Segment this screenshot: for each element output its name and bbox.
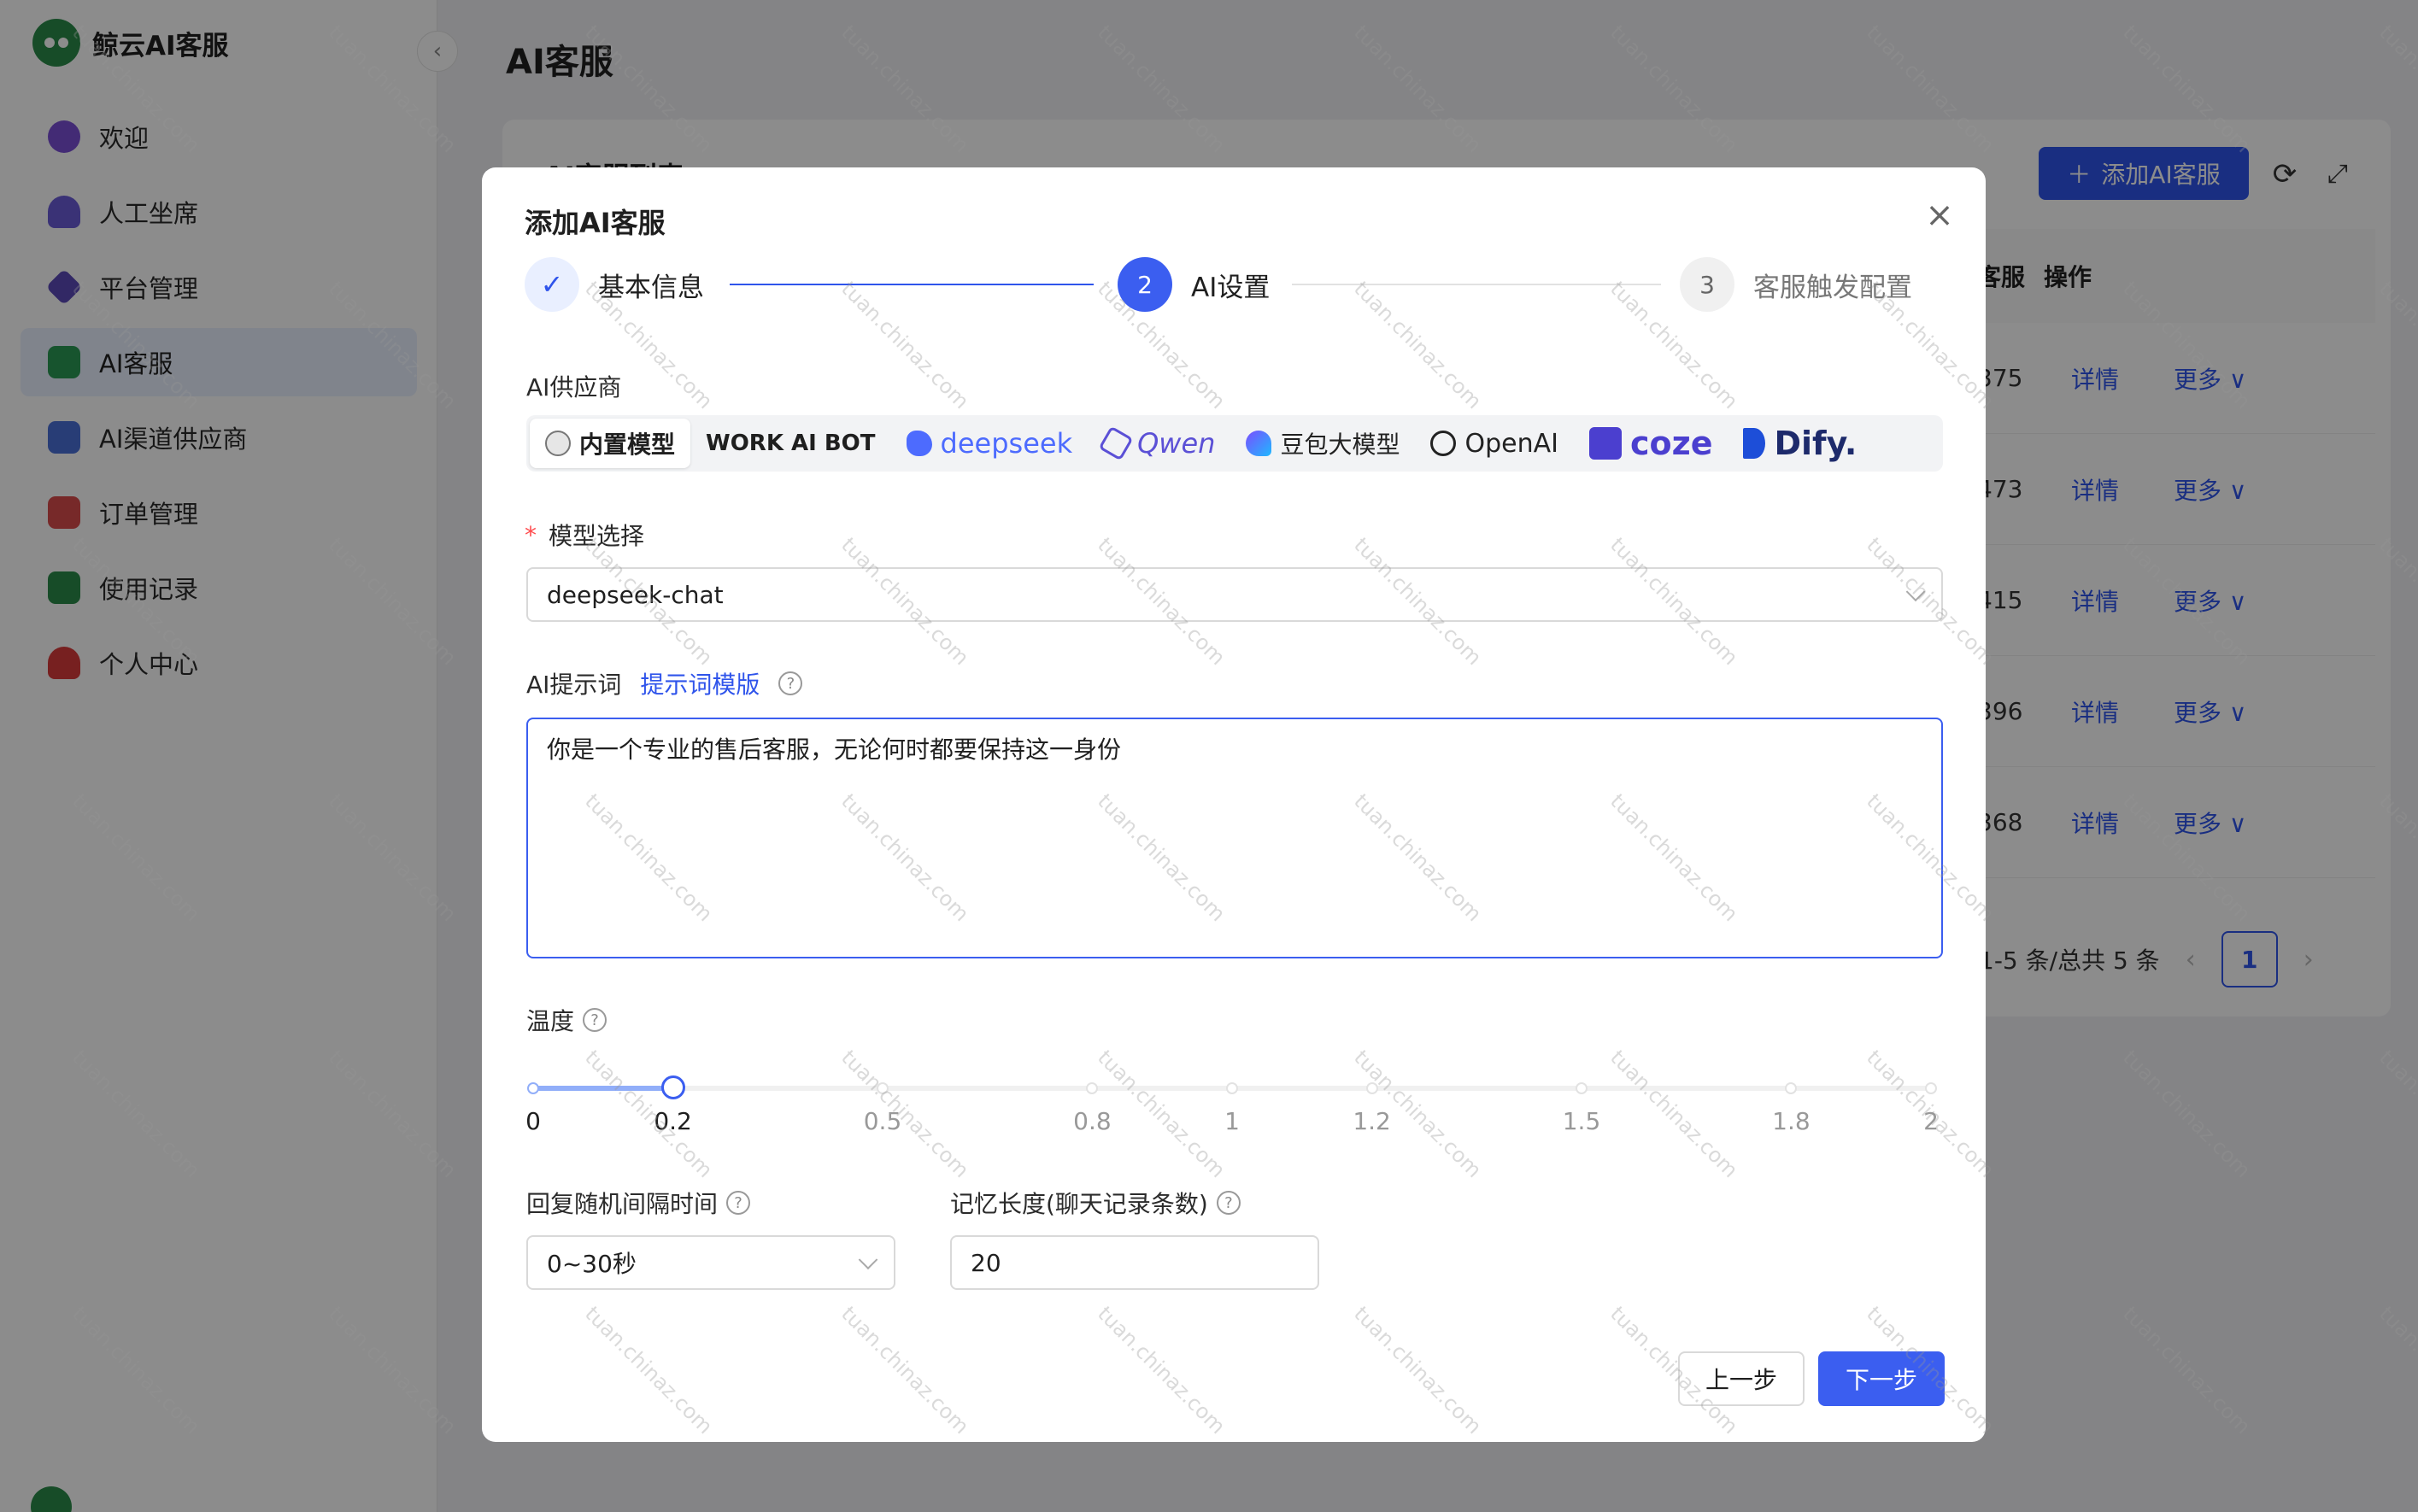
slider-mark-label: 1.2 (1353, 1107, 1391, 1135)
chevron-down-icon (858, 1250, 878, 1270)
memory-length-value: 20 (971, 1248, 1001, 1277)
slider-dot[interactable] (1785, 1082, 1798, 1094)
provider-label: Dify. (1774, 425, 1858, 462)
help-icon[interactable]: ? (778, 671, 803, 695)
check-icon: ✓ (525, 257, 579, 312)
openai-icon (1430, 431, 1457, 456)
step-ai-settings[interactable]: 2 AI设置 (1118, 256, 1270, 313)
next-step-button[interactable]: 下一步 (1818, 1351, 1945, 1406)
provider-label: WORK AI BOT (706, 431, 876, 456)
model-label: * 模型选择 (525, 520, 645, 551)
required-mark: * (525, 520, 537, 549)
provider-label: coze (1629, 425, 1713, 462)
provider-label: deepseek (940, 427, 1073, 460)
provider-coze[interactable]: coze (1574, 419, 1728, 468)
prompt-label-row: AI提示词 提示词模版 ? (526, 666, 803, 700)
step-number: 3 (1680, 257, 1734, 312)
provider-dify[interactable]: Dify. (1728, 419, 1872, 468)
slider-mark-label: 0.5 (863, 1107, 902, 1135)
step-trigger-config[interactable]: 3 客服触发配置 (1680, 256, 1912, 313)
step-label: AI设置 (1191, 272, 1271, 303)
provider-segmented: 内置模型 WORK AI BOT deepseek Qwen 豆包大模型 Ope… (526, 415, 1943, 472)
temperature-slider[interactable] (527, 1075, 1937, 1100)
slider-dot[interactable] (1086, 1082, 1099, 1094)
qwen-icon (1098, 425, 1134, 461)
help-icon[interactable]: ? (1216, 1191, 1241, 1215)
prompt-textarea[interactable]: 你是一个专业的售后客服，无论何时都要保持这一身份 (526, 718, 1943, 958)
provider-workaibot[interactable]: WORK AI BOT (690, 419, 891, 468)
slider-marks: 0 0.2 0.5 0.8 1 1.2 1.5 1.8 2 (525, 1107, 1939, 1138)
reply-interval-select[interactable]: 0~30秒 (526, 1235, 895, 1290)
slider-mark-label: 0.8 (1073, 1107, 1112, 1135)
provider-label: 豆包大模型 (1280, 431, 1400, 459)
memory-label-row: 记忆长度(聊天记录条数) ? (950, 1186, 1241, 1220)
dify-icon (1743, 428, 1766, 459)
coze-icon (1588, 427, 1622, 460)
slider-mark-label: 1.5 (1562, 1107, 1601, 1135)
reply-interval-label-row: 回复随机间隔时间 ? (526, 1186, 751, 1220)
steps: ✓ 基本信息 2 AI设置 3 客服触发配置 (525, 256, 1946, 313)
provider-doubao[interactable]: 豆包大模型 (1230, 419, 1415, 468)
add-ai-service-modal: 添加AI客服 × ✓ 基本信息 2 AI设置 3 客服触发配置 AI供应商 内置… (482, 167, 1986, 1442)
prev-step-button[interactable]: 上一步 (1678, 1351, 1805, 1406)
help-icon[interactable]: ? (726, 1191, 751, 1215)
slider-mark-label: 1 (1224, 1107, 1240, 1135)
doubao-icon (1246, 431, 1272, 456)
slider-mark-label: 0.2 (654, 1107, 692, 1135)
deepseek-whale-icon (906, 431, 932, 456)
chevron-down-icon (1905, 582, 1926, 602)
temperature-label: 温度 (526, 1007, 575, 1035)
prompt-template-link[interactable]: 提示词模版 (640, 666, 760, 700)
help-icon[interactable]: ? (583, 1008, 607, 1032)
model-select-value: deepseek-chat (547, 580, 724, 609)
close-icon[interactable]: × (1921, 196, 1958, 234)
provider-label: AI供应商 (526, 373, 622, 401)
provider-label: 内置模型 (579, 431, 676, 459)
reply-interval-label: 回复随机间隔时间 (526, 1190, 719, 1218)
model-select[interactable]: deepseek-chat (526, 567, 1943, 622)
temperature-label-row: 温度 ? (526, 1003, 607, 1037)
memory-length-input[interactable]: 20 (950, 1235, 1319, 1290)
modal-title: 添加AI客服 (525, 207, 666, 239)
step-basic-info[interactable]: ✓ 基本信息 (525, 256, 704, 313)
step-label: 客服触发配置 (1753, 272, 1912, 303)
slider-dot[interactable] (527, 1082, 539, 1094)
provider-label: OpenAI (1464, 428, 1558, 459)
slider-dot[interactable] (1365, 1082, 1378, 1094)
slider-dot[interactable] (1925, 1082, 1937, 1094)
slider-dot[interactable] (1576, 1082, 1588, 1094)
memory-label: 记忆长度(聊天记录条数) (950, 1190, 1208, 1218)
provider-qwen[interactable]: Qwen (1088, 419, 1230, 468)
step-connector (1292, 284, 1661, 285)
prompt-label: AI提示词 (526, 671, 622, 699)
step-connector (730, 284, 1094, 285)
provider-deepseek[interactable]: deepseek (891, 419, 1089, 468)
provider-openai[interactable]: OpenAI (1415, 419, 1574, 468)
step-number: 2 (1118, 257, 1172, 312)
slider-mark-label: 2 (1923, 1107, 1939, 1135)
slider-mark-label: 0 (525, 1107, 541, 1135)
slider-dot[interactable] (877, 1082, 889, 1094)
slider-track (533, 1086, 673, 1091)
step-label: 基本信息 (598, 272, 704, 303)
slider-handle[interactable] (660, 1075, 685, 1099)
builtin-model-icon (545, 431, 571, 456)
reply-interval-value: 0~30秒 (547, 1250, 637, 1278)
provider-builtin[interactable]: 内置模型 (530, 419, 691, 468)
slider-dot[interactable] (1226, 1082, 1238, 1094)
provider-label: Qwen (1137, 427, 1216, 460)
slider-mark-label: 1.8 (1772, 1107, 1811, 1135)
